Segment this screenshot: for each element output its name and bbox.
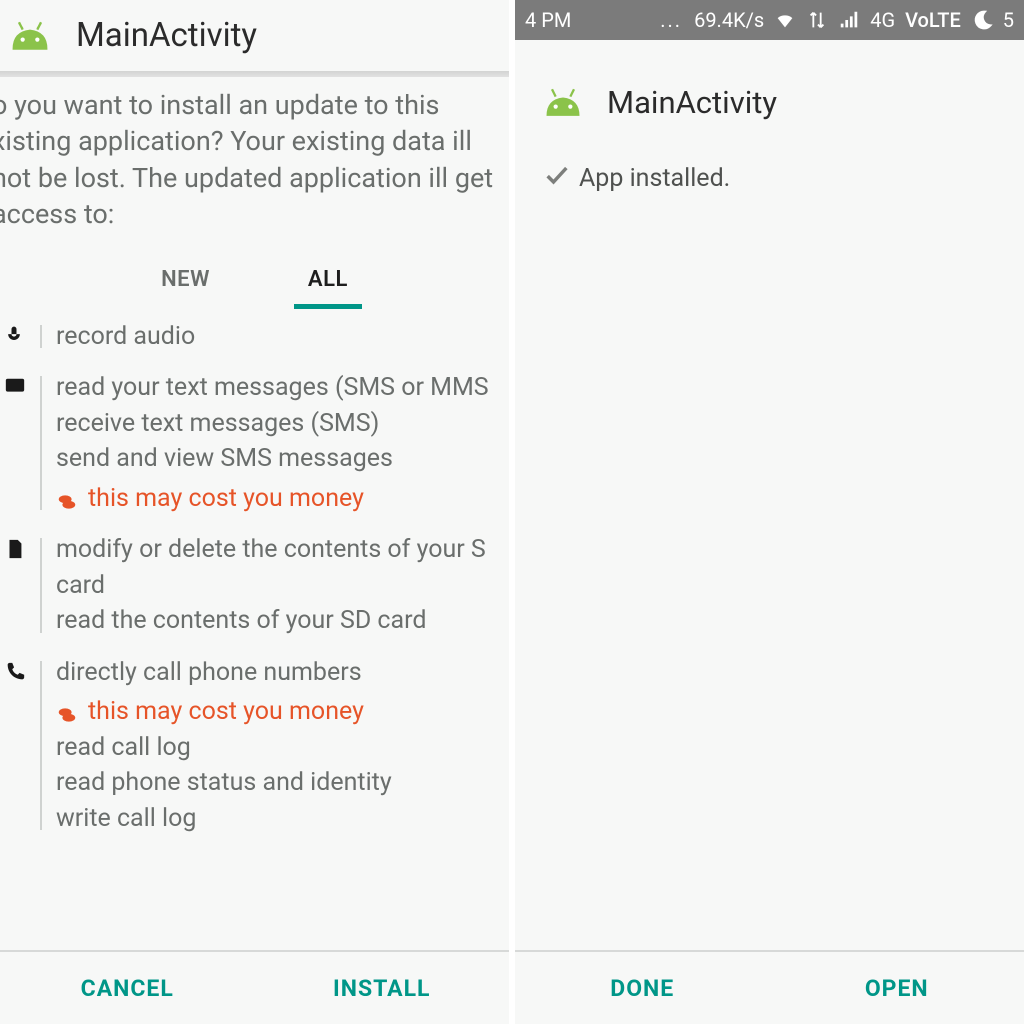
install-permissions-screen: MainActivity o you want to install an up… (0, 0, 512, 1024)
status-bar: 4 PM ... 69.4K/s 4G VoLTE 5 (515, 0, 1024, 40)
app-header: MainActivity (0, 0, 509, 71)
permissions-tabs: NEW ALL (0, 259, 509, 309)
status-extra: 5 (1003, 8, 1014, 32)
action-bar: CANCEL INSTALL (0, 950, 509, 1024)
cost-warning: this may cost you money (88, 481, 364, 517)
app-header: MainActivity (515, 40, 1024, 141)
signal-icon (838, 9, 860, 31)
android-icon (541, 88, 585, 118)
sms-icon (4, 370, 34, 516)
check-icon (543, 161, 571, 196)
install-button[interactable]: INSTALL (255, 952, 510, 1024)
permission-group-sms: read your text messages (SMS or MMS rece… (0, 360, 509, 522)
perm-line: modify or delete the contents of your S … (56, 532, 505, 603)
status-time: 4 PM (525, 8, 571, 32)
dnd-icon (971, 9, 993, 31)
volte-label: VoLTE (905, 8, 961, 32)
permission-group-mic: record audio (0, 309, 509, 361)
permission-group-storage: modify or delete the contents of your S … (0, 522, 509, 645)
coins-icon (56, 488, 78, 510)
perm-line: directly call phone numbers (56, 655, 505, 691)
sd-icon (4, 532, 34, 639)
install-prompt: o you want to install an update to this … (0, 87, 509, 243)
install-complete-screen: 4 PM ... 69.4K/s 4G VoLTE 5 MainActivity… (512, 0, 1024, 1024)
install-status-text: App installed. (579, 164, 730, 193)
permission-group-phone: directly call phone numbers this may cos… (0, 645, 509, 843)
coins-icon (56, 701, 78, 723)
cost-warning: this may cost you money (88, 694, 364, 730)
perm-line: receive text messages (SMS) (56, 406, 505, 442)
app-title: MainActivity (607, 84, 777, 121)
tab-new[interactable]: NEW (147, 259, 224, 309)
perm-line: record audio (56, 319, 505, 355)
mic-icon (4, 319, 34, 355)
divider (0, 71, 509, 77)
net-speed: 69.4K/s (694, 8, 764, 32)
net-type: 4G (870, 8, 895, 32)
open-button[interactable]: OPEN (770, 952, 1024, 1024)
android-icon (8, 21, 52, 51)
perm-line: read the contents of your SD card (56, 603, 505, 639)
phone-icon (4, 655, 34, 837)
data-icon (806, 9, 828, 31)
perm-line: write call log (56, 801, 505, 837)
perm-line: send and view SMS messages (56, 441, 505, 477)
perm-line: read call log (56, 730, 505, 766)
wifi-icon (774, 9, 796, 31)
install-status: App installed. (515, 141, 1024, 196)
action-bar: DONE OPEN (515, 950, 1024, 1024)
cancel-button[interactable]: CANCEL (0, 952, 255, 1024)
perm-line: read phone status and identity (56, 765, 505, 801)
perm-line: read your text messages (SMS or MMS (56, 370, 505, 406)
tab-all[interactable]: ALL (294, 259, 362, 309)
app-title: MainActivity (76, 16, 257, 55)
more-icon: ... (660, 8, 682, 32)
done-button[interactable]: DONE (515, 952, 770, 1024)
